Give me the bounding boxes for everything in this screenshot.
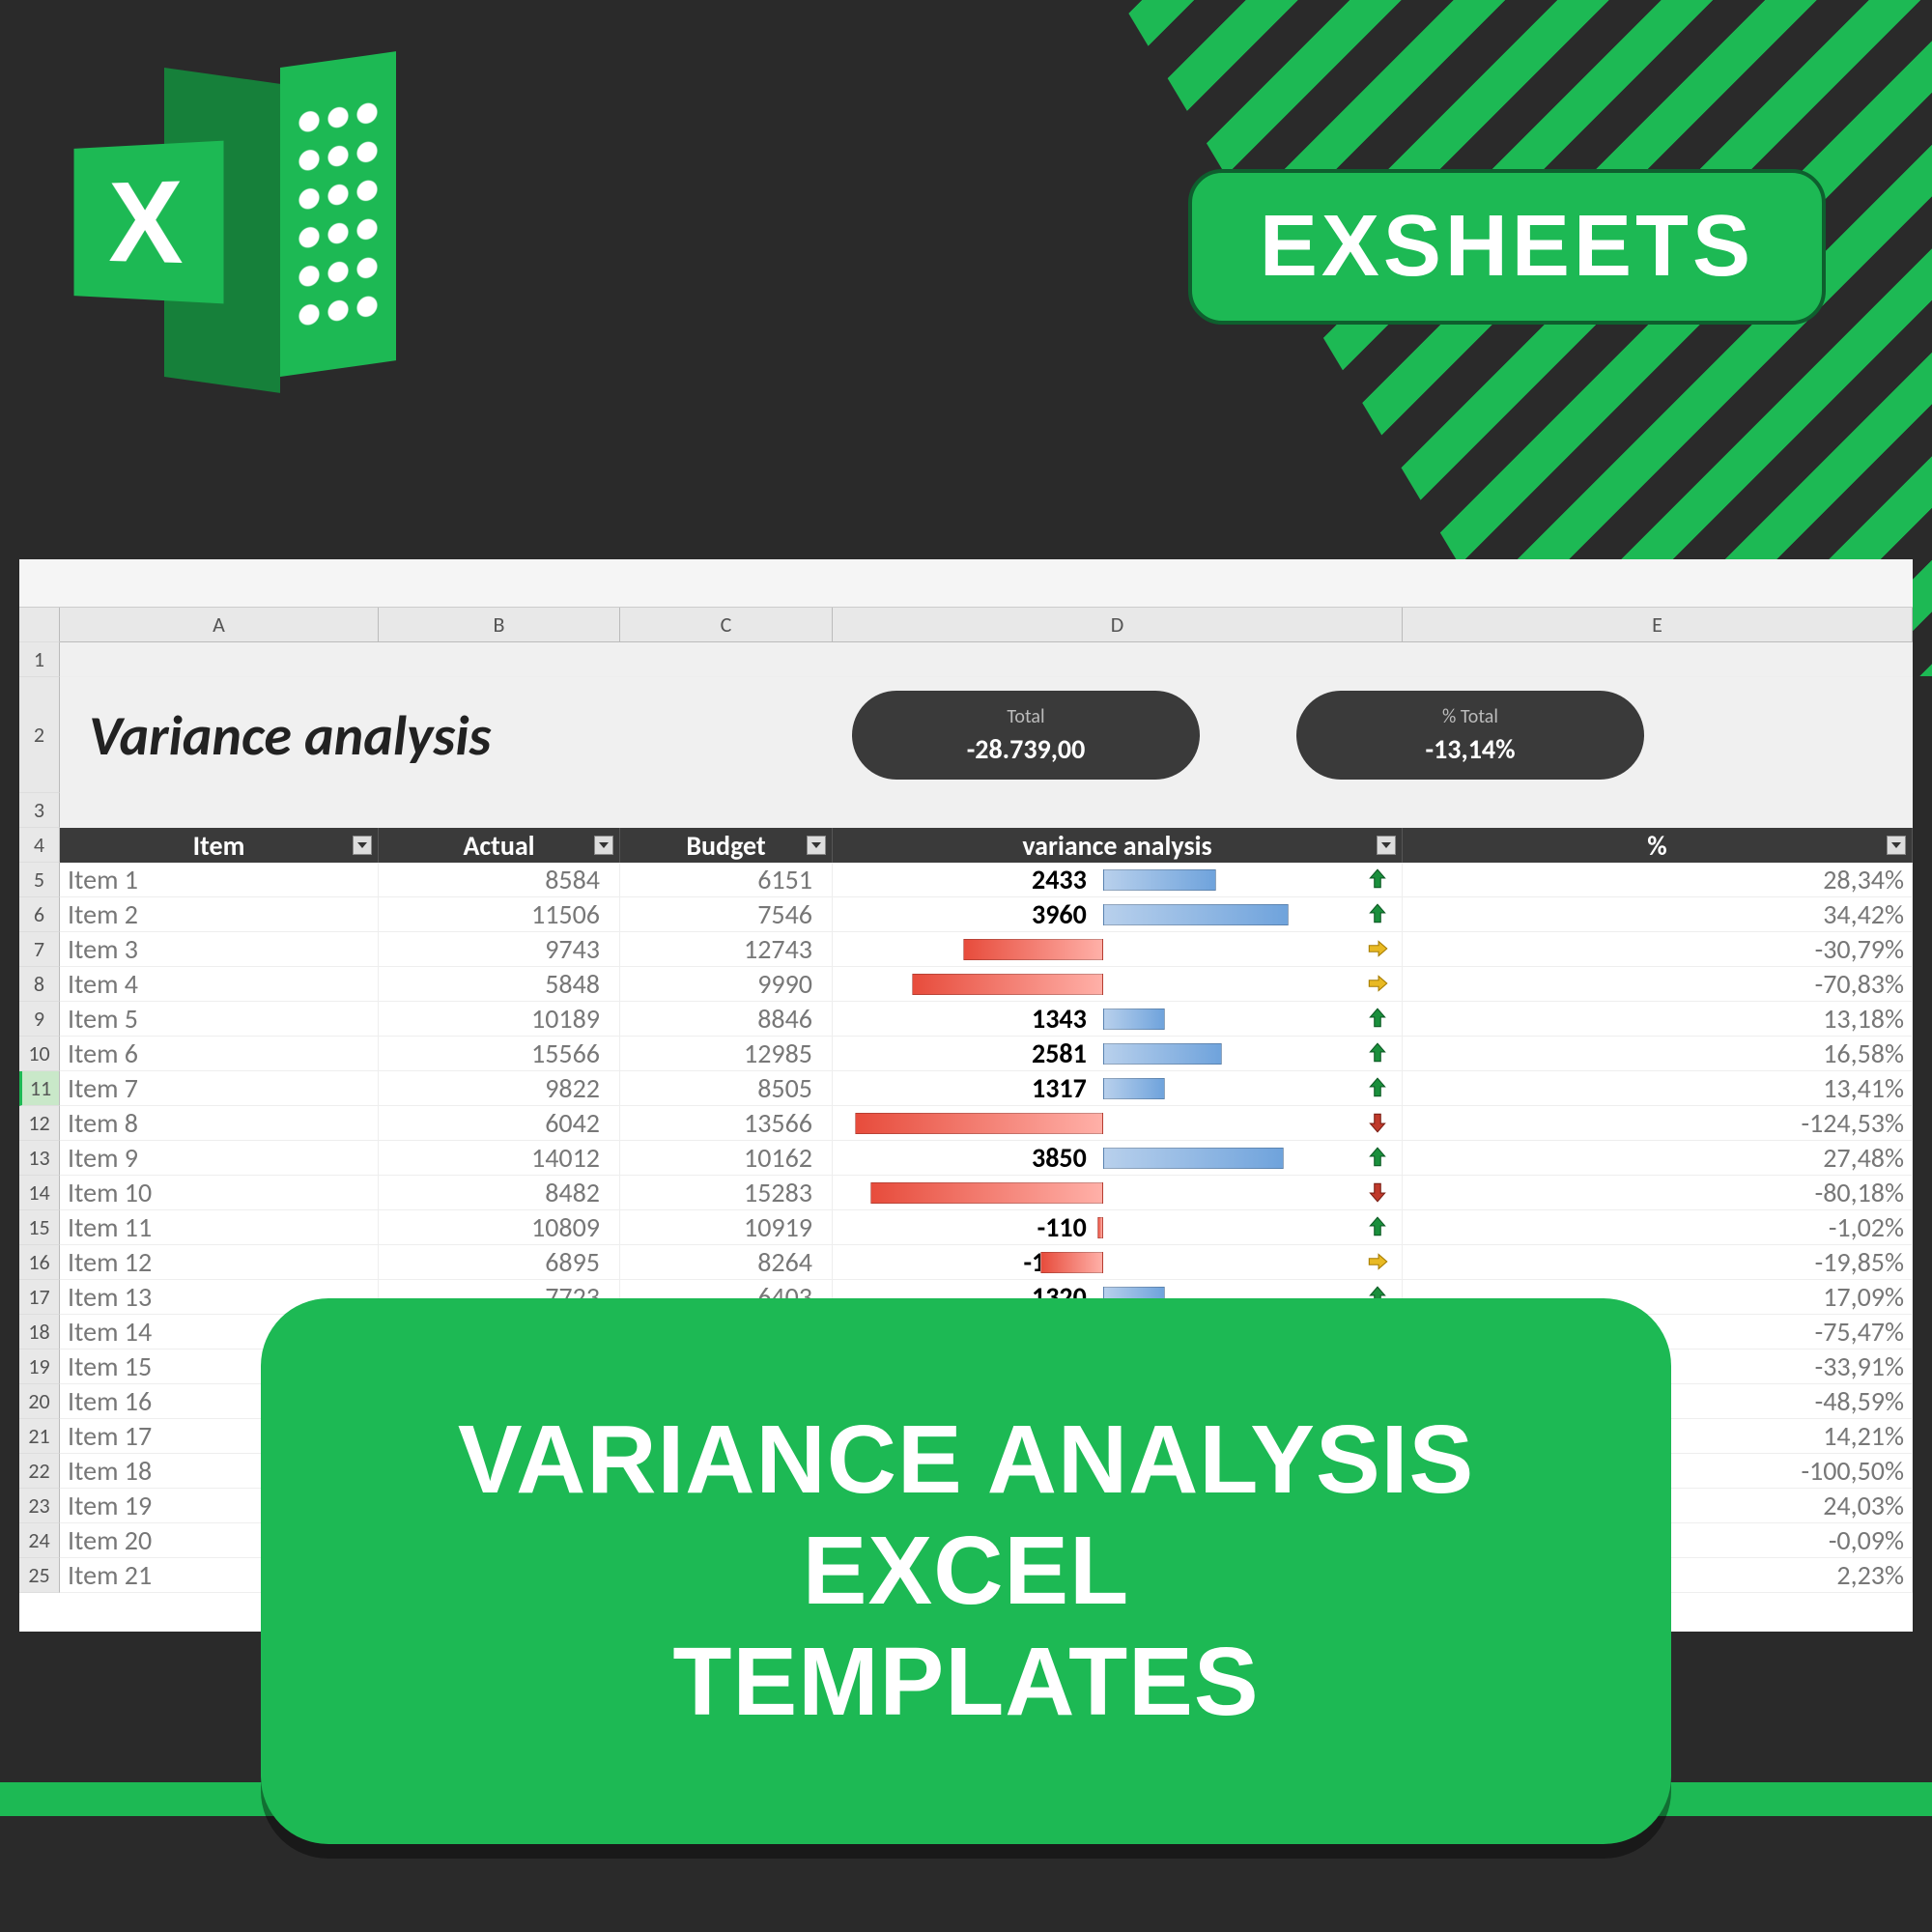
column-headers: A B C D E [19, 608, 1913, 642]
table-header-row: 4 Item Actual Budget variance analysis % [19, 828, 1913, 863]
filter-icon[interactable] [353, 836, 372, 855]
filter-icon[interactable] [594, 836, 613, 855]
table-row[interactable]: 5 Item 1 8584 6151 2433 28,34% [19, 863, 1913, 897]
trend-up-icon [1365, 1039, 1394, 1068]
trend-up-icon [1365, 866, 1394, 895]
trend-side-icon [1365, 935, 1394, 964]
excel-logo: X [68, 68, 396, 377]
table-row[interactable]: 14 Item 10 8482 15283 -6801 -80,18% [19, 1176, 1913, 1210]
filter-icon[interactable] [1887, 836, 1906, 855]
trend-down-icon [1365, 1109, 1394, 1138]
trend-side-icon [1365, 1248, 1394, 1277]
table-row[interactable]: 6 Item 2 11506 7546 3960 34,42% [19, 897, 1913, 932]
table-row[interactable]: 15 Item 11 10809 10919 -110 -1,02% [19, 1210, 1913, 1245]
trend-up-icon [1365, 1074, 1394, 1103]
trend-up-icon [1365, 900, 1394, 929]
table-row[interactable]: 10 Item 6 15566 12985 2581 16,58% [19, 1037, 1913, 1071]
sheet-title: Variance analysis [89, 701, 491, 770]
brand-badge: EXSHEETS [1188, 169, 1826, 325]
title-row: 2 Variance analysis Total -28.739,00 % T… [19, 677, 1913, 793]
trend-side-icon [1365, 970, 1394, 999]
trend-up-icon [1365, 1005, 1394, 1034]
table-row[interactable]: 12 Item 8 6042 13566 -7524 -124,53% [19, 1106, 1913, 1141]
row-1: 1 [19, 642, 1913, 677]
filter-icon[interactable] [1377, 836, 1396, 855]
trend-down-icon [1365, 1179, 1394, 1208]
trend-up-icon [1365, 1213, 1394, 1242]
row-3: 3 [19, 793, 1913, 828]
title-banner: VARIANCE ANALYSIS EXCELTEMPLATES [261, 1298, 1671, 1844]
table-row[interactable]: 8 Item 4 5848 9990 -4142 -70,83% [19, 967, 1913, 1002]
filter-icon[interactable] [807, 836, 826, 855]
table-row[interactable]: 13 Item 9 14012 10162 3850 27,48% [19, 1141, 1913, 1176]
table-row[interactable]: 7 Item 3 9743 12743 -3000 -30,79% [19, 932, 1913, 967]
trend-up-icon [1365, 1144, 1394, 1173]
table-row[interactable]: 16 Item 12 6895 8264 -1369 -19,85% [19, 1245, 1913, 1280]
pct-total-pill: % Total -13,14% [1296, 691, 1644, 780]
table-row[interactable]: 11 Item 7 9822 8505 1317 13,41% [19, 1071, 1913, 1106]
total-pill: Total -28.739,00 [852, 691, 1200, 780]
table-row[interactable]: 9 Item 5 10189 8846 1343 13,18% [19, 1002, 1913, 1037]
